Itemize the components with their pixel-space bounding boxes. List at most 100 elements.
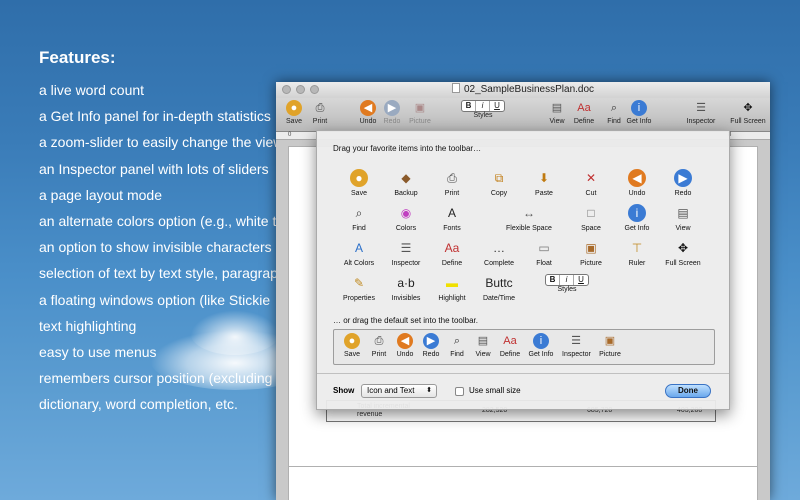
paste-icon: ⬇ bbox=[538, 171, 550, 185]
default-set-label: Undo bbox=[396, 351, 414, 358]
properties-icon: ✎ bbox=[353, 276, 365, 290]
palette-item-fonts[interactable]: A Fonts bbox=[424, 204, 480, 232]
redo-icon: ▶ bbox=[423, 333, 439, 349]
default-set-label: Get Info bbox=[528, 351, 554, 358]
inspector-icon: ☰ bbox=[696, 102, 706, 114]
close-button[interactable] bbox=[282, 85, 291, 94]
default-set-label: View bbox=[475, 351, 491, 358]
palette-item-redo[interactable]: ▶ Redo bbox=[655, 169, 711, 197]
toolbar-item-label: Picture bbox=[409, 118, 431, 125]
define-icon: Aa bbox=[444, 241, 460, 255]
get-info-icon: i bbox=[533, 333, 549, 349]
get-info-icon: i bbox=[631, 100, 647, 116]
default-set-label: Save bbox=[344, 351, 360, 358]
default-toolbar-set[interactable]: ● Save ⎙ Print ◀ Undo ▶ Redo ⌕ Find ▤ View Aa Define i… bbox=[333, 329, 715, 365]
print-icon: ⎙ bbox=[374, 335, 384, 347]
feature-item: text highlighting bbox=[39, 317, 137, 334]
redo-icon: ▶ bbox=[384, 100, 400, 116]
palette-item-label: Full Screen bbox=[665, 260, 701, 267]
feature-item: dictionary, word completion, etc. bbox=[39, 396, 238, 413]
save-icon: ● bbox=[344, 333, 360, 349]
default-set-item-redo: ▶ Redo bbox=[417, 333, 445, 358]
space-icon: □ bbox=[587, 206, 595, 220]
undo-icon: ◀ bbox=[397, 333, 413, 349]
palette-item-flexible-space[interactable]: ↔ Flexible Space bbox=[493, 204, 565, 232]
customize-toolbar-sheet: Drag your favorite items into the toolba… bbox=[316, 130, 730, 410]
styles-icon: BiU bbox=[461, 100, 505, 112]
chevron-down-icon: ⬍ bbox=[426, 387, 432, 394]
inspector-icon: ☰ bbox=[400, 241, 412, 255]
toolbar: ● Save ⎙ Print ◀ Undo ▶ Redo ▣ Picture Bi U Styles ▤ V… bbox=[276, 98, 770, 132]
palette-item-label: Fonts bbox=[443, 225, 461, 232]
toolbar-item-label: Inspector bbox=[686, 118, 716, 125]
palette-item-full-screen[interactable]: ✥ Full Screen bbox=[655, 239, 711, 267]
print-icon: ⎙ bbox=[315, 102, 325, 114]
date-time-icon: Buttc bbox=[485, 276, 513, 290]
document-page-next[interactable] bbox=[288, 466, 758, 500]
toolbar-styles-button[interactable]: Bi U Styles bbox=[455, 100, 511, 119]
default-set-hint: … or drag the default set into the toolb… bbox=[333, 316, 478, 325]
show-select[interactable]: Icon and Text ⬍ bbox=[361, 384, 437, 398]
palette-item-label: Styles bbox=[557, 286, 577, 293]
palette-item-view[interactable]: ▤ View bbox=[655, 204, 711, 232]
find-icon: ⌕ bbox=[355, 206, 363, 220]
feature-item: remembers cursor position (excluding bbox=[39, 370, 273, 387]
default-set-item-save: ● Save bbox=[338, 333, 366, 358]
define-icon: Aa bbox=[503, 335, 517, 347]
small-size-checkbox[interactable] bbox=[455, 387, 464, 396]
undo-icon: ◀ bbox=[628, 169, 646, 187]
minimize-button[interactable] bbox=[296, 85, 305, 94]
ruler-mark: 0 bbox=[288, 132, 292, 138]
sheet-footer: Show Icon and Text ⬍ Use small size Done bbox=[317, 373, 729, 409]
palette-item-styles[interactable]: Bi U Styles bbox=[539, 274, 595, 293]
styles-icon: BiU bbox=[545, 274, 589, 286]
toolbar-item-label: Full Screen bbox=[730, 118, 766, 125]
redo-icon: ▶ bbox=[674, 169, 692, 187]
toolbar-item-label: Styles bbox=[473, 112, 493, 119]
feature-item: easy to use menus bbox=[39, 343, 157, 360]
features-title: Features: bbox=[39, 48, 116, 67]
cut-icon: ✕ bbox=[585, 171, 597, 185]
default-set-label: Redo bbox=[422, 351, 440, 358]
default-set-label: Print bbox=[371, 351, 387, 358]
define-icon: Aa bbox=[577, 102, 591, 114]
inspector-icon: ☰ bbox=[571, 335, 581, 347]
toolbar-get-info-button[interactable]: i Get Info bbox=[619, 100, 659, 125]
default-set-label: Inspector bbox=[562, 351, 591, 358]
toolbar-item-label: Print bbox=[312, 118, 328, 125]
feature-item: a page layout mode bbox=[39, 186, 162, 203]
backup-icon: ◆ bbox=[401, 171, 411, 185]
default-set-item-undo: ◀ Undo bbox=[391, 333, 419, 358]
save-icon: ● bbox=[350, 169, 368, 187]
default-set-item-find: ⌕ Find bbox=[443, 333, 471, 358]
view-icon: ▤ bbox=[551, 102, 563, 114]
default-set-item-inspector: ☰ Inspector bbox=[562, 333, 591, 358]
toolbar-picture-button[interactable]: ▣ Picture bbox=[400, 100, 440, 125]
palette-item-label: Redo bbox=[674, 190, 692, 197]
default-set-label: Find bbox=[450, 351, 464, 358]
palette-item-date-time[interactable]: Buttc Date/Time bbox=[471, 274, 527, 302]
document-icon bbox=[451, 83, 460, 93]
print-icon: ⎙ bbox=[447, 171, 457, 185]
ruler-icon: ⊤ bbox=[631, 241, 643, 255]
full-screen-icon: ✥ bbox=[743, 102, 753, 114]
zoom-button[interactable] bbox=[310, 85, 319, 94]
window-controls bbox=[282, 85, 319, 94]
picture-icon: ▣ bbox=[414, 102, 426, 114]
palette-item-label: View bbox=[675, 225, 691, 232]
default-set-label: Define bbox=[499, 351, 521, 358]
default-set-item-get-info: i Get Info bbox=[527, 333, 555, 358]
feature-item: an Inspector panel with lots of sliders bbox=[39, 160, 269, 177]
default-set-item-define: Aa Define bbox=[496, 333, 524, 358]
picture-icon: ▣ bbox=[585, 241, 597, 255]
show-select-value: Icon and Text bbox=[367, 386, 415, 395]
toolbar-print-button[interactable]: ⎙ Print bbox=[300, 100, 340, 125]
done-button[interactable]: Done bbox=[665, 384, 711, 398]
highlight-icon: ▬ bbox=[446, 276, 458, 290]
default-set-item-print: ⎙ Print bbox=[365, 333, 393, 358]
small-size-label: Use small size bbox=[469, 386, 521, 395]
toolbar-full-screen-button[interactable]: ✥ Full Screen bbox=[728, 100, 768, 125]
title-bar[interactable]: 02_SampleBusinessPlan.doc bbox=[276, 82, 770, 98]
toolbar-inspector-button[interactable]: ☰ Inspector bbox=[681, 100, 721, 125]
get-info-icon: i bbox=[628, 204, 646, 222]
